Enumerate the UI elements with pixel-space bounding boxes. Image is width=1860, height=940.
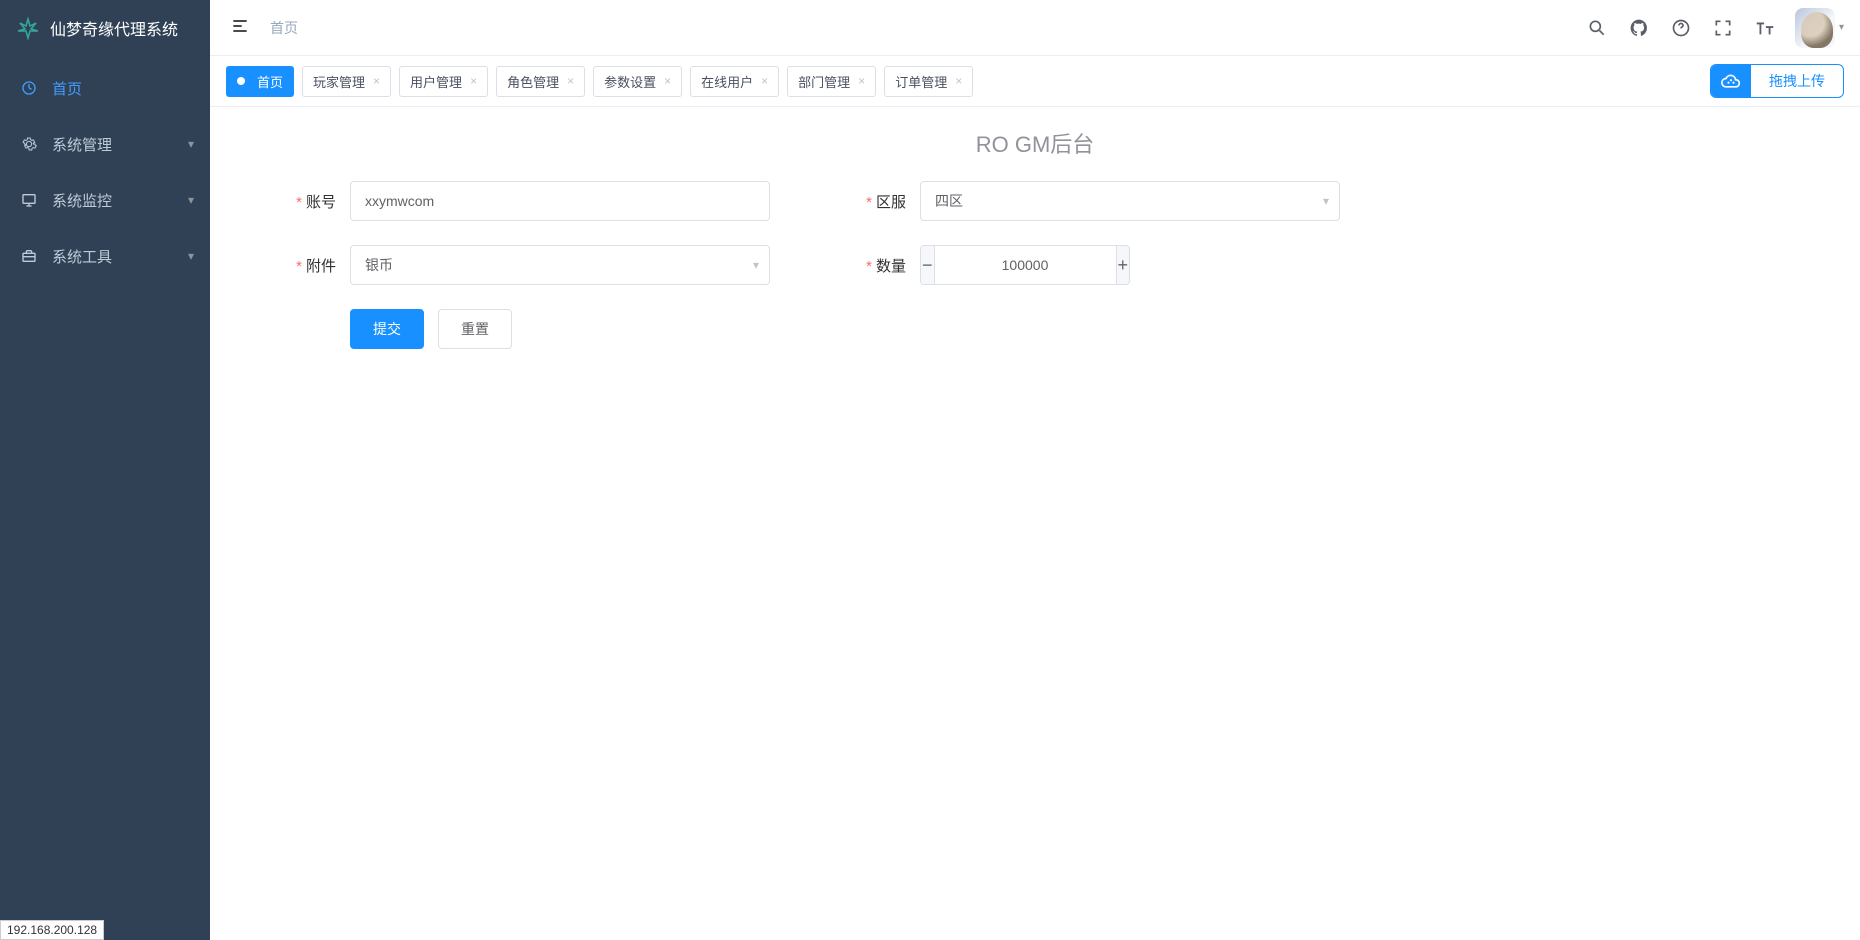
- app-title: 仙梦奇缘代理系统: [50, 16, 178, 40]
- toolbox-icon: [20, 248, 38, 264]
- qty-plus-button[interactable]: +: [1116, 246, 1130, 284]
- sidebar-item-system-tools[interactable]: 系统工具 ▾: [0, 228, 210, 284]
- sidebar-item-label: 系统监控: [52, 190, 112, 211]
- account-label: *账号: [240, 191, 350, 212]
- close-icon[interactable]: ×: [858, 74, 865, 88]
- tab-label: 首页: [257, 72, 283, 91]
- close-icon[interactable]: ×: [955, 74, 962, 88]
- tab-order-manage[interactable]: 订单管理 ×: [884, 66, 973, 97]
- avatar[interactable]: [1795, 8, 1835, 48]
- tab-dept-manage[interactable]: 部门管理 ×: [787, 66, 876, 97]
- help-icon[interactable]: [1669, 16, 1693, 40]
- chevron-down-icon: ▾: [753, 258, 759, 272]
- tab-user-manage[interactable]: 用户管理 ×: [399, 66, 488, 97]
- fullscreen-icon[interactable]: [1711, 16, 1735, 40]
- chevron-down-icon: ▾: [188, 137, 194, 151]
- tab-label: 订单管理: [895, 72, 947, 91]
- close-icon[interactable]: ×: [567, 74, 574, 88]
- search-icon[interactable]: [1585, 16, 1609, 40]
- qty-stepper: − +: [920, 245, 1130, 285]
- tab-label: 在线用户: [701, 72, 753, 91]
- chevron-down-icon: ▾: [1323, 194, 1329, 208]
- tab-player-manage[interactable]: 玩家管理 ×: [302, 66, 391, 97]
- tab-label: 部门管理: [798, 72, 850, 91]
- sidebar-item-home[interactable]: 首页: [0, 60, 210, 116]
- submit-button[interactable]: 提交: [350, 309, 424, 349]
- page-title: RO GM后台: [240, 127, 1830, 159]
- form-item-attach: *附件 银币 ▾: [240, 245, 770, 285]
- tab-label: 参数设置: [604, 72, 656, 91]
- form-item-qty: *数量 − +: [810, 245, 1340, 285]
- logo-icon: [16, 16, 40, 40]
- tab-param-setting[interactable]: 参数设置 ×: [593, 66, 682, 97]
- app-logo: 仙梦奇缘代理系统: [0, 0, 210, 56]
- sidebar-item-system-monitor[interactable]: 系统监控 ▾: [0, 172, 210, 228]
- sidebar-item-label: 系统工具: [52, 246, 112, 267]
- zone-label: *区服: [810, 191, 920, 212]
- gear-icon: [20, 136, 38, 152]
- sidebar-item-label: 首页: [52, 78, 82, 99]
- tab-role-manage[interactable]: 角色管理 ×: [496, 66, 585, 97]
- topbar-right: ▾: [1585, 8, 1844, 48]
- monitor-icon: [20, 192, 38, 208]
- content: RO GM后台 *账号 *区服 四区 ▾: [210, 107, 1860, 940]
- user-menu-caret[interactable]: ▾: [1839, 22, 1844, 33]
- attach-select[interactable]: 银币 ▾: [350, 245, 770, 285]
- zone-value: 四区: [935, 191, 963, 211]
- dashboard-icon: [20, 80, 38, 96]
- reset-button[interactable]: 重置: [438, 309, 512, 349]
- status-tooltip: 192.168.200.128: [0, 920, 104, 940]
- tab-home[interactable]: 首页: [226, 66, 294, 97]
- cloud-upload-icon: [1711, 65, 1751, 97]
- sidebar-item-system-manage[interactable]: 系统管理 ▾: [0, 116, 210, 172]
- attach-label: *附件: [240, 255, 350, 276]
- sidebar-menu: 首页 系统管理 ▾ 系统监控 ▾ 系统工具 ▾: [0, 56, 210, 940]
- qty-input[interactable]: [935, 246, 1116, 284]
- account-input[interactable]: [350, 181, 770, 221]
- upload-label: 拖拽上传: [1751, 71, 1843, 91]
- sidebar-toggle[interactable]: [226, 12, 254, 43]
- zone-select[interactable]: 四区 ▾: [920, 181, 1340, 221]
- sidebar-item-label: 系统管理: [52, 134, 112, 155]
- main-area: 首页 ▾ 首页 玩家管理 × 用户管理 × 角色管理 × 参数设置 × 在线用户 × 部门…: [210, 0, 1860, 940]
- attach-value: 银币: [365, 255, 393, 275]
- font-size-icon[interactable]: [1753, 16, 1777, 40]
- tabs-row: 首页 玩家管理 × 用户管理 × 角色管理 × 参数设置 × 在线用户 × 部门管理 × 订…: [210, 56, 1860, 107]
- form-item-zone: *区服 四区 ▾: [810, 181, 1340, 221]
- tab-label: 玩家管理: [313, 72, 365, 91]
- drag-upload-button[interactable]: 拖拽上传: [1710, 64, 1844, 98]
- chevron-down-icon: ▾: [188, 249, 194, 263]
- close-icon[interactable]: ×: [761, 74, 768, 88]
- breadcrumb: 首页: [270, 18, 298, 38]
- close-icon[interactable]: ×: [373, 74, 380, 88]
- tab-label: 用户管理: [410, 72, 462, 91]
- close-icon[interactable]: ×: [664, 74, 671, 88]
- tab-label: 角色管理: [507, 72, 559, 91]
- close-icon[interactable]: ×: [470, 74, 477, 88]
- tab-online-users[interactable]: 在线用户 ×: [690, 66, 779, 97]
- qty-label: *数量: [810, 255, 920, 276]
- gm-form: *账号 *区服 四区 ▾ *附件 银币: [240, 181, 1340, 349]
- github-icon[interactable]: [1627, 16, 1651, 40]
- sidebar: 仙梦奇缘代理系统 首页 系统管理 ▾ 系统监控 ▾: [0, 0, 210, 940]
- form-item-account: *账号: [240, 181, 770, 221]
- topbar: 首页 ▾: [210, 0, 1860, 56]
- form-buttons: 提交 重置: [240, 309, 1340, 349]
- qty-minus-button[interactable]: −: [921, 246, 935, 284]
- chevron-down-icon: ▾: [188, 193, 194, 207]
